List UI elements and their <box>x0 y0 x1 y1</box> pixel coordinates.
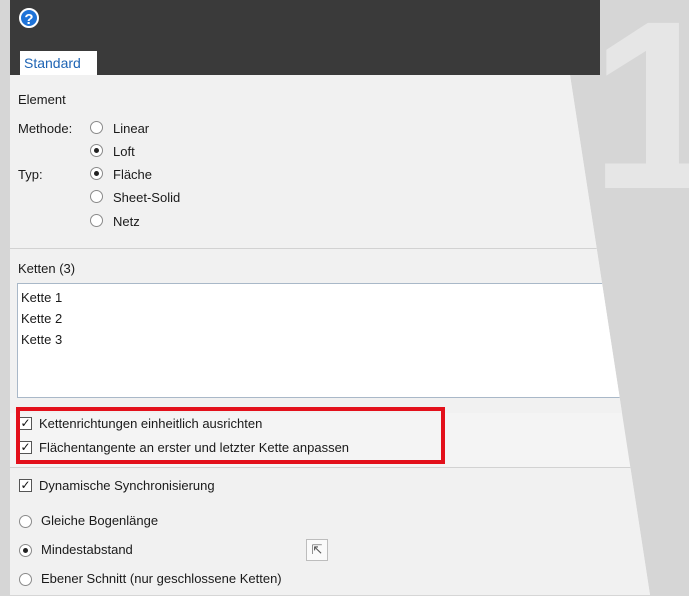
element-section: Element Methode: Linear Loft Typ: Fläche… <box>10 75 650 248</box>
list-item[interactable]: Kette 3 <box>21 332 62 347</box>
dialog-panel: Element Methode: Linear Loft Typ: Fläche… <box>10 75 650 595</box>
dynamic-sync-checkbox[interactable]: ✓ <box>19 479 32 492</box>
tab-standard[interactable]: Standard <box>20 51 97 75</box>
cursor-arrow-icon[interactable]: ⇱ <box>306 539 328 561</box>
chains-listbox[interactable]: Kette 1 Kette 2 Kette 3 <box>17 283 650 398</box>
sync-planar-cut-label[interactable]: Ebener Schnitt (nur geschlossene Ketten) <box>41 571 282 586</box>
type-surface-label[interactable]: Fläche <box>113 167 152 182</box>
type-sheet-solid-label[interactable]: Sheet-Solid <box>113 190 180 205</box>
sync-equal-arc-radio[interactable] <box>19 515 32 528</box>
method-loft-radio[interactable] <box>90 144 103 157</box>
dialog-header: ? Standard <box>10 0 600 75</box>
element-section-title: Element <box>18 92 66 107</box>
dynamic-sync-label[interactable]: Dynamische Synchronisierung <box>39 478 215 493</box>
highlight-box <box>16 407 445 464</box>
background-digit: 1 <box>590 0 689 239</box>
type-sheet-solid-radio[interactable] <box>90 190 103 203</box>
sync-min-distance-radio[interactable] <box>19 544 32 557</box>
type-mesh-label[interactable]: Netz <box>113 214 140 229</box>
chains-section-title: Ketten (3) <box>18 261 76 276</box>
method-loft-label[interactable]: Loft <box>113 144 135 159</box>
sync-min-distance-label[interactable]: Mindestabstand <box>41 542 133 557</box>
list-item[interactable]: Kette 1 <box>21 290 62 305</box>
method-linear-label[interactable]: Linear <box>113 121 149 136</box>
type-mesh-radio[interactable] <box>90 214 103 227</box>
type-surface-radio[interactable] <box>90 167 103 180</box>
method-label: Methode: <box>18 121 73 136</box>
type-label: Typ: <box>18 167 43 182</box>
list-item[interactable]: Kette 2 <box>21 311 62 326</box>
sync-equal-arc-label[interactable]: Gleiche Bogenlänge <box>41 513 158 528</box>
help-icon[interactable]: ? <box>19 8 39 28</box>
sync-planar-cut-radio[interactable] <box>19 573 32 586</box>
method-linear-radio[interactable] <box>90 121 103 134</box>
